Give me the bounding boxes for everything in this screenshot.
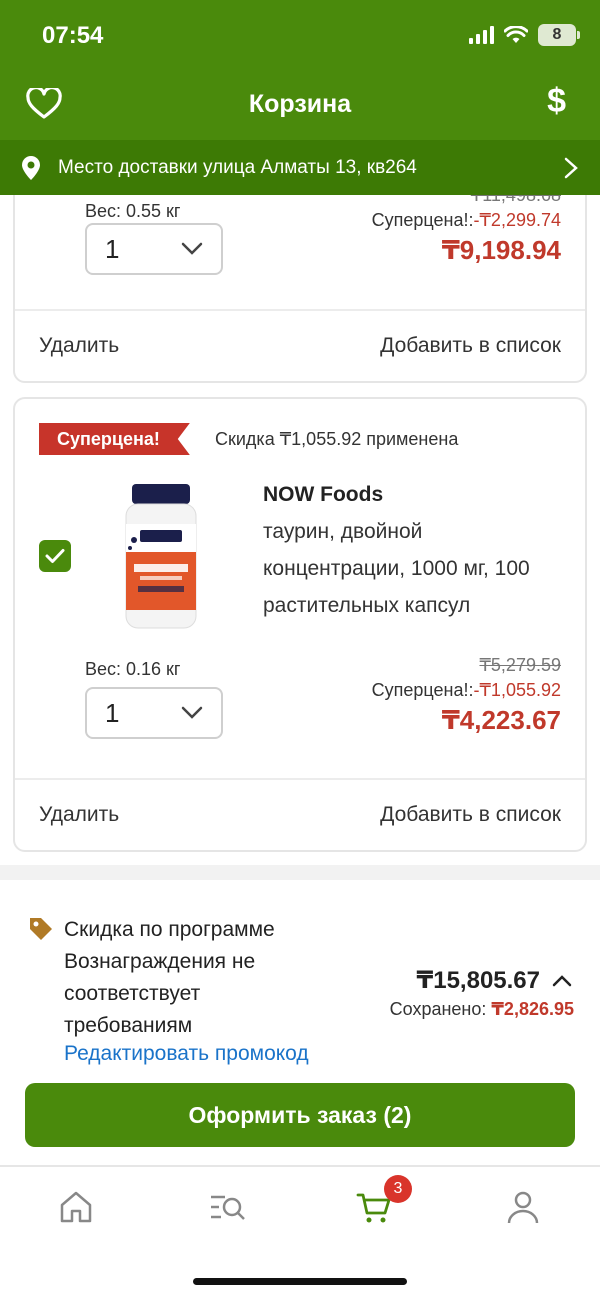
final-price: ₸9,198.94 — [441, 235, 561, 265]
edit-promo-code-link[interactable]: Редактировать промокод — [64, 1042, 309, 1066]
super-price-badge: Суперцена! — [39, 423, 190, 455]
old-price: ₸11,498.68 — [470, 195, 561, 205]
old-price: ₸5,279.59 — [479, 655, 561, 675]
home-icon[interactable] — [56, 1187, 96, 1227]
home-indicator — [193, 1278, 407, 1285]
order-summary: Скидка по программе Вознаграждения не со… — [0, 880, 600, 1165]
wifi-icon — [504, 26, 528, 43]
page-title: Корзина — [248, 90, 352, 118]
quantity-value: 1 — [105, 697, 120, 728]
chevron-down-icon — [181, 706, 203, 719]
item-weight: Вес: 0.55 кг — [85, 201, 181, 221]
add-to-list-button[interactable]: Добавить в список — [380, 334, 561, 358]
currency-button[interactable]: $ — [547, 82, 566, 121]
super-price-line: Суперцена!:-₸2,299.74 — [372, 210, 561, 231]
chevron-right-icon — [564, 157, 578, 178]
saved-amount: Сохранено: ₸2,826.95 — [390, 999, 574, 1020]
super-label: Суперцена!: — [371, 680, 474, 700]
super-discount: -₸2,299.74 — [473, 210, 561, 230]
status-icons: 8 — [469, 24, 580, 46]
price-block: ₸11,498.68 Суперцена!:-₸2,299.74 ₸9,198.… — [372, 195, 561, 266]
checkmark-icon — [45, 549, 65, 563]
remove-button[interactable]: Удалить — [39, 803, 119, 827]
quantity-select[interactable]: 1 — [85, 687, 223, 739]
cart-item-card: Вес: 0.55 кг 1 ₸11,498.68 Суперцена!:-₸2… — [13, 195, 587, 383]
catalog-search-icon[interactable] — [207, 1187, 247, 1227]
remove-button[interactable]: Удалить — [39, 334, 119, 358]
item-checkbox[interactable] — [39, 540, 71, 572]
super-discount: -₸1,055.92 — [473, 680, 561, 700]
price-block: ₸5,279.59 Суперцена!:-₸1,055.92 ₸4,223.6… — [372, 655, 561, 736]
chevron-down-icon — [181, 242, 203, 255]
delivery-address: Место доставки улица Алматы 13, кв264 — [58, 156, 417, 178]
quantity-select[interactable]: 1 — [85, 223, 223, 275]
card-actions: Удалить Добавить в список — [15, 309, 585, 381]
reward-promo-message: Скидка по программе Вознаграждения не со… — [64, 918, 275, 1037]
saved-value: ₸2,826.95 — [491, 999, 574, 1019]
checkout-button[interactable]: Оформить заказ (2) — [25, 1083, 575, 1147]
super-price-line: Суперцена!:-₸1,055.92 — [372, 680, 561, 701]
cart-items-list: Вес: 0.55 кг 1 ₸11,498.68 Суперцена!:-₸2… — [0, 195, 600, 865]
chevron-up-icon — [552, 974, 572, 986]
saved-label: Сохранено: — [389, 999, 487, 1019]
delivery-location-bar[interactable]: Место доставки улица Алматы 13, кв264 — [0, 140, 600, 195]
order-total[interactable]: ₸15,805.67 — [417, 966, 572, 995]
total-value: ₸15,805.67 — [416, 967, 540, 994]
final-price: ₸4,223.67 — [441, 705, 561, 735]
location-pin-icon — [22, 155, 40, 180]
add-to-list-button[interactable]: Добавить в список — [380, 803, 561, 827]
card-actions: Удалить Добавить в список — [15, 778, 585, 850]
product-image[interactable] — [120, 484, 202, 630]
price-tag-icon — [30, 918, 52, 940]
app-header: 07:54 8 Корзина $ — [0, 0, 600, 140]
battery-indicator: 8 — [538, 24, 580, 46]
quantity-value: 1 — [105, 233, 120, 264]
product-name[interactable]: таурин, двойной концентрации, 1000 мг, 1… — [263, 513, 563, 624]
super-label: Суперцена!: — [371, 210, 474, 230]
product-brand[interactable]: NOW Foods — [263, 483, 383, 507]
signal-icon — [469, 26, 494, 44]
cart-item-card: Суперцена! Скидка ₸1,055.92 применена NO… — [13, 397, 587, 852]
item-weight: Вес: 0.16 кг — [85, 659, 181, 679]
discount-note: Скидка ₸1,055.92 применена — [215, 429, 459, 449]
account-icon[interactable] — [503, 1187, 543, 1227]
cart-count-badge: 3 — [384, 1175, 412, 1203]
status-time: 07:54 — [42, 22, 104, 49]
